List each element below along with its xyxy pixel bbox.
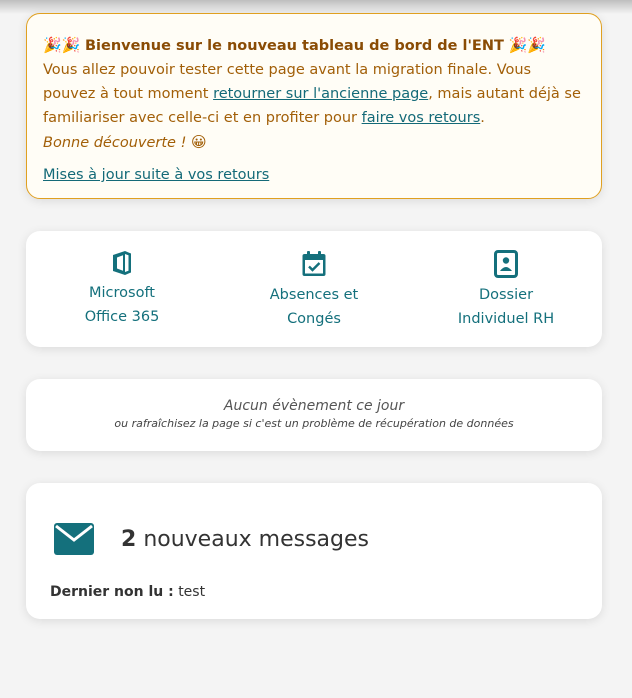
envelope-icon — [54, 523, 94, 555]
shortcut-label-line2: Individuel RH — [457, 311, 555, 327]
office-icon — [113, 251, 131, 275]
shortcut-absences[interactable]: Absences et Congés — [218, 231, 410, 347]
id-badge-icon — [494, 250, 518, 278]
shortcuts-card: Microsoft Office 365 Absences et Congés … — [26, 231, 602, 347]
message-count-label: nouveaux messages — [143, 527, 369, 552]
announcement-title-line: 🎉🎉 Bienvenue sur le nouveau tableau de b… — [43, 33, 585, 58]
announcement-text-3: . — [480, 110, 485, 126]
messages-card[interactable]: 2 nouveaux messages Dernier non lu : tes… — [26, 483, 602, 619]
announcement-title: Bienvenue sur le nouveau tableau de bord… — [84, 38, 504, 54]
discover-text: Bonne découverte ! — [43, 135, 187, 151]
feedback-link[interactable]: faire vos retours — [362, 110, 481, 126]
shortcut-label-line1: Dossier — [478, 287, 534, 303]
refresh-hint: ou rafraîchisez la page si c'est un prob… — [114, 417, 514, 430]
grinning-face-icon: 😀 — [191, 133, 207, 151]
message-count-number: 2 — [121, 527, 137, 552]
last-unread-label: Dernier non lu : — [50, 584, 174, 600]
shortcut-label-line2: Congés — [287, 311, 341, 327]
announcement-card: 🎉🎉 Bienvenue sur le nouveau tableau de b… — [26, 13, 602, 199]
shortcut-label-line1: Microsoft — [89, 285, 155, 301]
last-unread: Dernier non lu : test — [50, 584, 205, 600]
new-messages-count: 2 nouveaux messages — [121, 527, 369, 552]
top-shadow — [0, 0, 632, 14]
party-popper-icon: 🎉🎉 — [43, 36, 81, 54]
calendar-check-icon — [302, 251, 326, 276]
no-event-message: Aucun évènement ce jour — [223, 398, 405, 414]
party-popper-icon: 🎉🎉 — [508, 36, 546, 54]
updates-link[interactable]: Mises à jour suite à vos retours — [43, 163, 269, 187]
last-unread-value: test — [178, 584, 206, 600]
old-page-link[interactable]: retourner sur l'ancienne page — [213, 86, 428, 102]
discover-line: Bonne découverte ! 😀 — [43, 130, 585, 155]
announcement-body: Vous allez pouvoir tester cette page ava… — [43, 58, 585, 130]
shortcut-dossier-rh[interactable]: Dossier Individuel RH — [410, 231, 602, 347]
shortcut-office365[interactable]: Microsoft Office 365 — [26, 231, 218, 347]
shortcut-label-line1: Absences et — [269, 287, 359, 303]
shortcut-label-line2: Office 365 — [84, 309, 160, 325]
events-card: Aucun évènement ce jour ou rafraîchisez … — [26, 379, 602, 451]
